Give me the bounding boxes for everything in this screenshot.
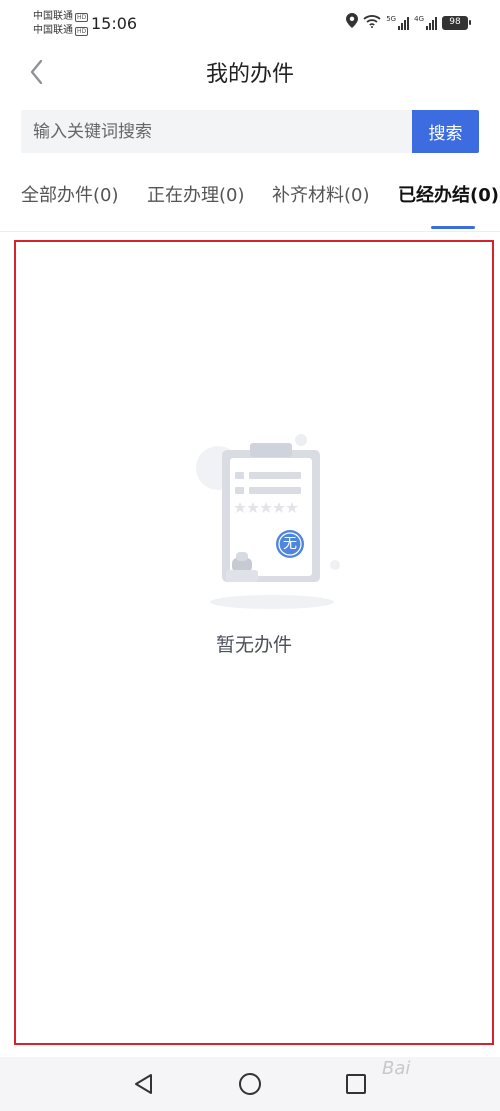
page-header: 我的办件: [0, 46, 500, 94]
carrier-1-label: 中国联通: [33, 11, 73, 22]
recents-square-icon: [343, 1074, 369, 1101]
search-bar: 搜索: [21, 110, 479, 153]
carrier-2-label: 中国联通: [33, 25, 73, 36]
wifi-icon: [363, 13, 381, 32]
empty-badge-label: 无: [283, 536, 297, 552]
location-icon: [346, 13, 359, 32]
battery-icon: 98: [442, 15, 471, 30]
divider: [0, 231, 500, 232]
nav-back-button[interactable]: [131, 1071, 157, 1097]
app-screen: 中国联通 HD 中国联通 HD 15:06 5G 4G 98 我的办件 输入关键…: [0, 0, 500, 1111]
network-5g-label: 5G: [386, 14, 397, 23]
nav-recents-button[interactable]: [343, 1071, 369, 1097]
home-circle-icon: [237, 1073, 263, 1101]
hd-badge: HD: [75, 12, 89, 22]
system-nav-bar: [0, 1057, 500, 1111]
search-button[interactable]: 搜索: [412, 110, 479, 153]
results-panel: 无 暂无办件: [14, 240, 494, 1045]
page-title: 我的办件: [205, 62, 294, 87]
signal-icon: 4G: [414, 14, 437, 30]
nav-home-button[interactable]: [237, 1071, 263, 1097]
tab-completed[interactable]: 已经办结(0): [398, 181, 499, 207]
carrier-info: 中国联通 HD 中国联通 HD: [33, 10, 89, 38]
tab-supplement-materials[interactable]: 补齐材料(0): [272, 181, 370, 207]
network-4g-label: 4G: [414, 14, 424, 23]
status-bar: 中国联通 HD 中国联通 HD 15:06 5G 4G 98: [0, 0, 500, 46]
empty-clipboard-icon: 无: [188, 430, 358, 620]
back-triangle-icon: [131, 1074, 157, 1101]
active-tab-indicator: [431, 226, 475, 229]
tab-all[interactable]: 全部办件(0): [21, 181, 119, 207]
status-time: 15:06: [91, 14, 138, 33]
hd-badge: HD: [75, 26, 89, 36]
tab-processing[interactable]: 正在办理(0): [147, 181, 245, 207]
search-input[interactable]: [21, 110, 412, 153]
empty-state-message: 暂无办件: [215, 634, 292, 656]
system-icons: 5G 4G 98: [346, 13, 471, 32]
signal-icon: 5G: [386, 14, 410, 30]
watermark: Bai: [382, 1058, 411, 1079]
status-tabs: 全部办件(0) 正在办理(0) 补齐材料(0) 已经办结(0): [21, 173, 500, 231]
